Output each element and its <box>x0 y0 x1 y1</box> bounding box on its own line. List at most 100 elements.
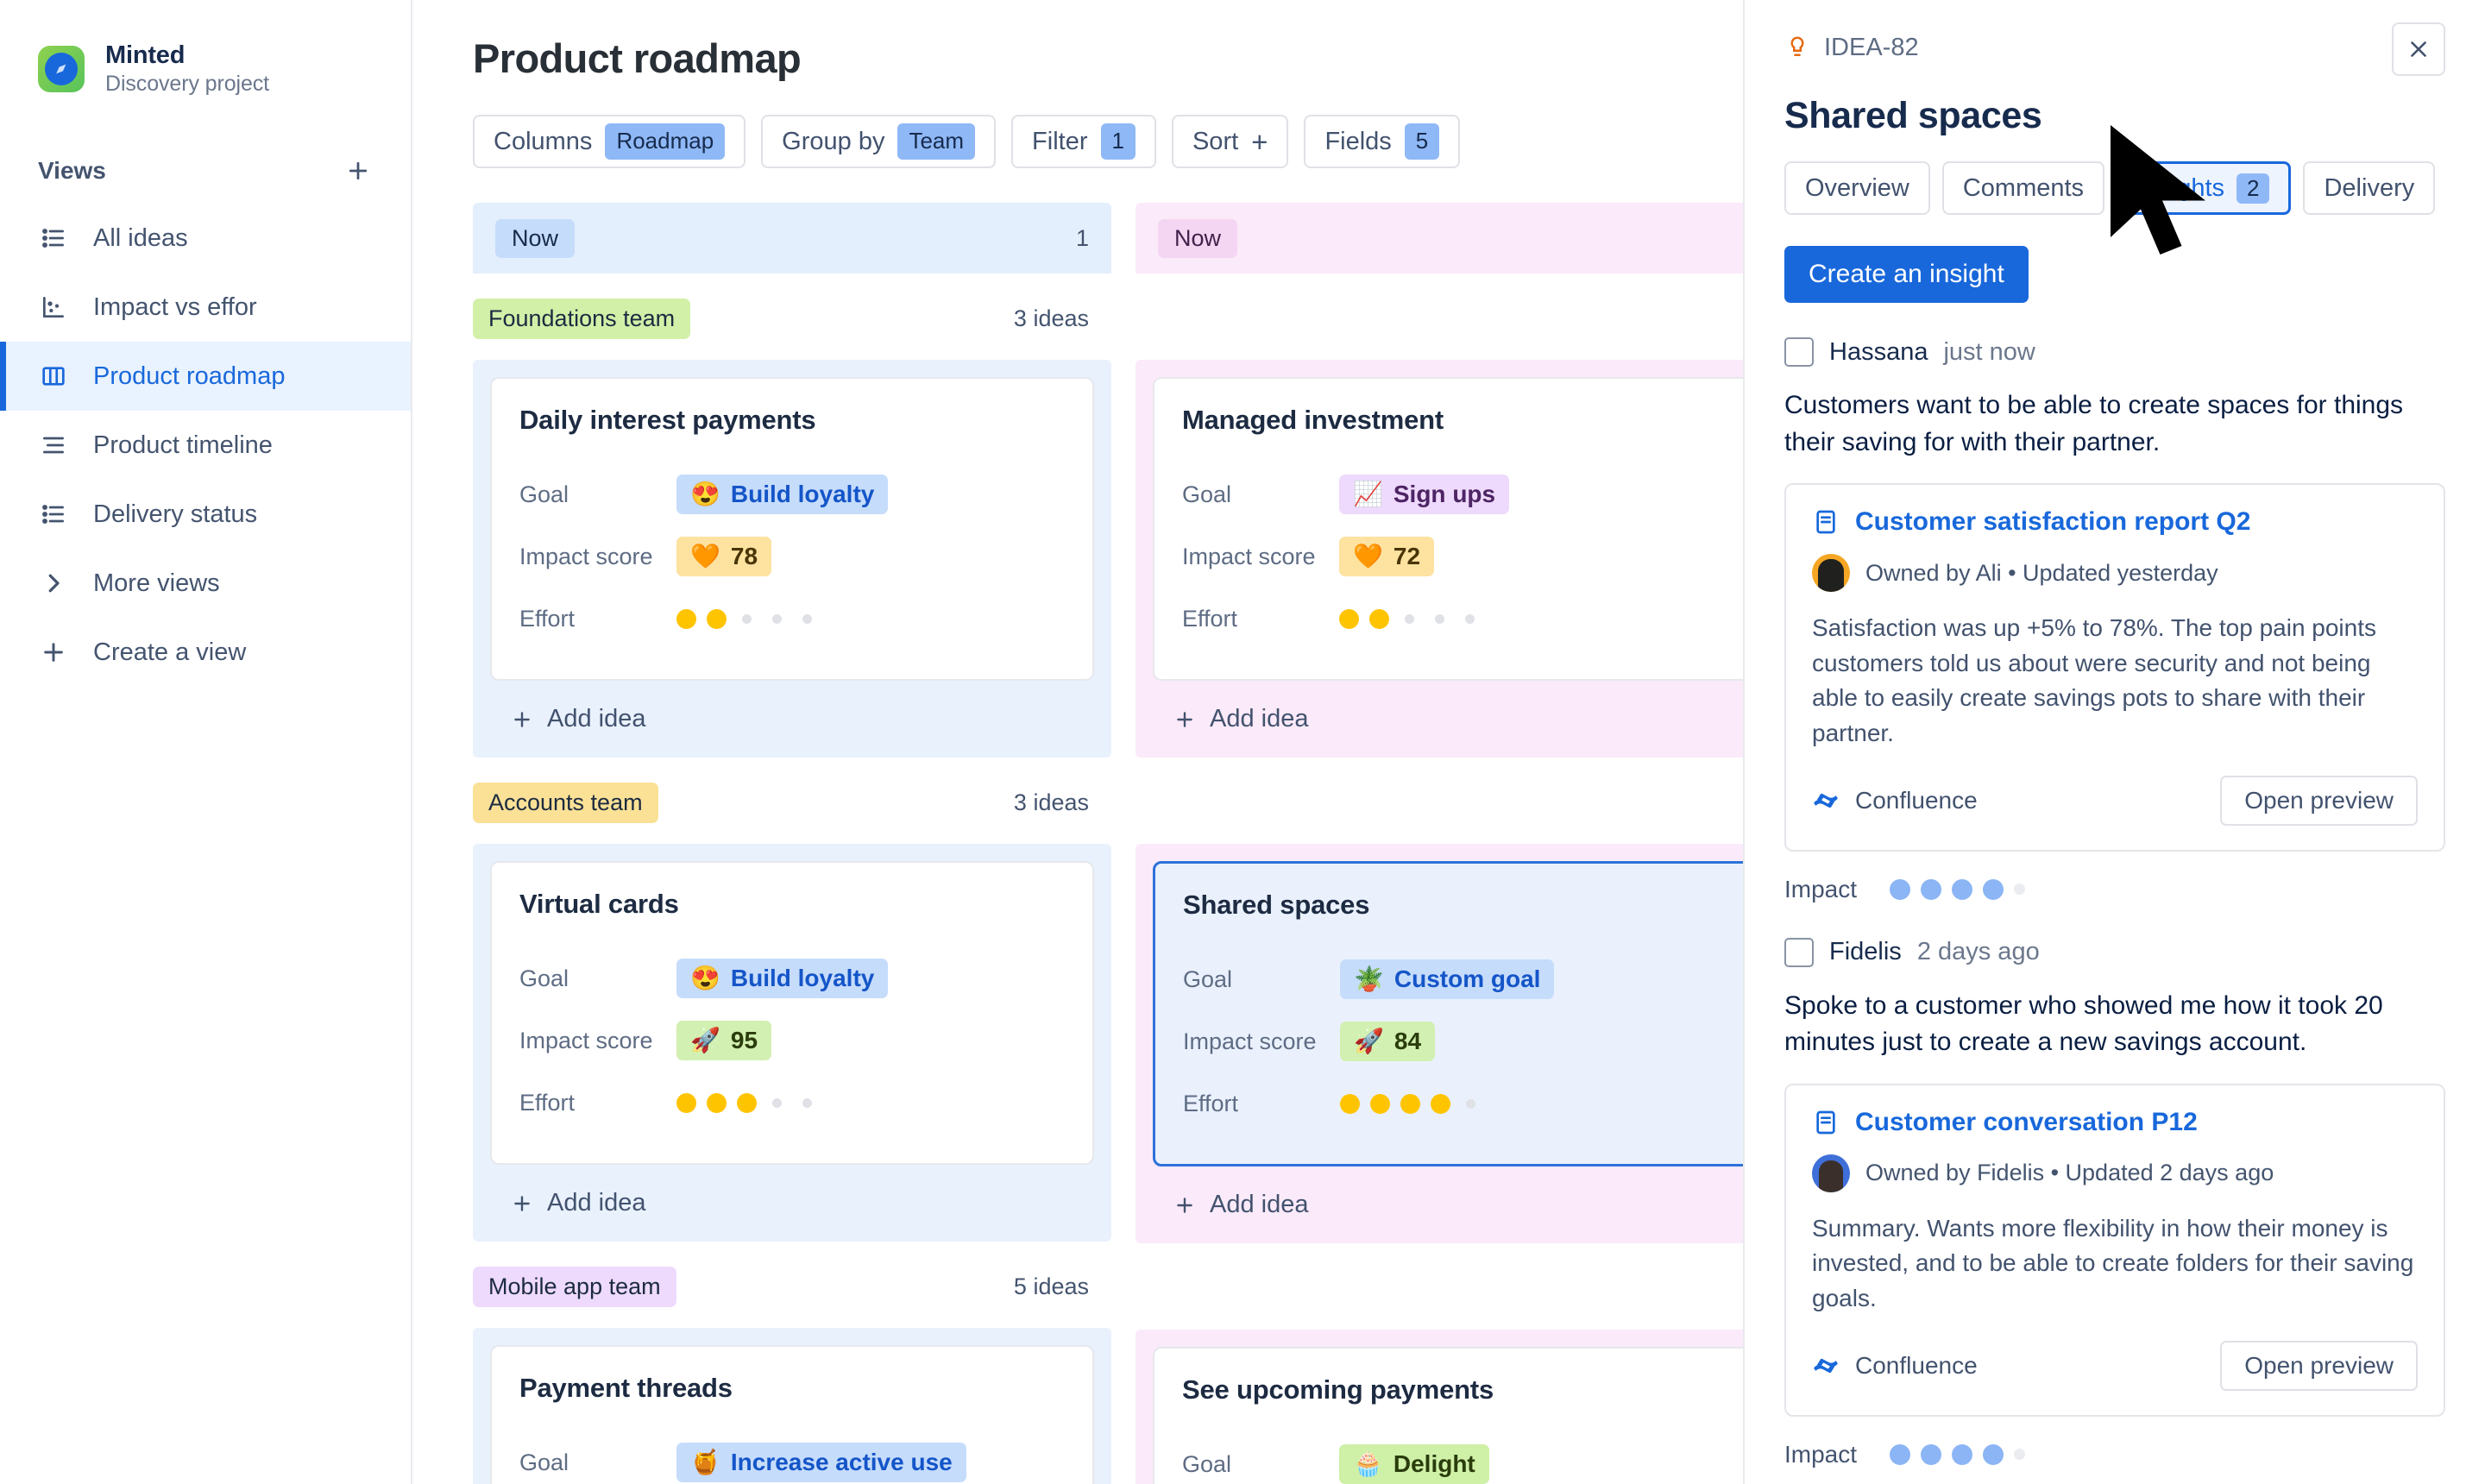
document-owner: Owned by Ali • Updated yesterday <box>1812 554 2418 593</box>
idea-card[interactable]: Managed investment Goal 📈 Sign ups Impac… <box>1153 377 1757 681</box>
sidebar-item-product-roadmap[interactable]: Product roadmap <box>0 342 411 411</box>
document-title-link[interactable]: Customer conversation P12 <box>1855 1108 2198 1137</box>
confluence-icon <box>1814 1358 1838 1373</box>
add-idea-button[interactable]: Add idea <box>1153 681 1757 740</box>
add-idea-button[interactable]: Add idea <box>490 1165 1094 1224</box>
goal-pill[interactable]: 🪴 Custom goal <box>1340 959 1555 999</box>
add-idea-button[interactable]: Add idea <box>490 681 1094 740</box>
idea-card-selected[interactable]: Shared spaces Goal 🪴 Custom goal Impact … <box>1153 861 1757 1166</box>
tab-comments[interactable]: Comments <box>1941 161 2105 215</box>
goal-pill[interactable]: 😍 Build loyalty <box>676 475 889 514</box>
issue-key[interactable]: IDEA-82 <box>1784 22 1919 62</box>
impact-score-row: Impact score 🧡 78 <box>519 525 1065 588</box>
insight-meta: Hassana just now <box>1784 337 2445 367</box>
sidebar-item-delivery-status[interactable]: Delivery status <box>0 480 411 549</box>
goal-row: Goal 🪴 Custom goal <box>1183 948 1727 1010</box>
goal-label: Goal <box>1182 1450 1232 1477</box>
idea-card[interactable]: Payment threads Goal 🍯 Increase active u… <box>490 1345 1094 1484</box>
filter-button[interactable]: Filter 1 <box>1011 115 1156 168</box>
add-idea-button[interactable]: Add idea <box>1153 1166 1757 1226</box>
tab-insights[interactable]: Insights 2 <box>2117 161 2292 215</box>
add-idea-label: Add idea <box>547 705 646 733</box>
plus-icon[interactable] <box>343 156 373 186</box>
group-cards-mobile-pink: See upcoming payments Goal 🧁 Delight <box>1136 1330 1774 1484</box>
tab-overview[interactable]: Overview <box>1784 161 1930 215</box>
potted-plant-emoji-icon: 🪴 <box>1354 965 1384 992</box>
sidebar-item-product-timeline[interactable]: Product timeline <box>0 411 411 480</box>
tab-badge: 2 <box>2236 173 2270 204</box>
insight-document-card[interactable]: Customer conversation P12 Owned by Fidel… <box>1784 1083 2445 1417</box>
idea-card[interactable]: See upcoming payments Goal 🧁 Delight <box>1153 1347 1757 1484</box>
impact-dots[interactable] <box>1890 1443 2026 1465</box>
group-cards-accounts: Virtual cards Goal 😍 Build loyalty Impac… <box>473 844 1111 1242</box>
fields-button[interactable]: Fields 5 <box>1304 115 1461 168</box>
tab-delivery[interactable]: Delivery <box>2303 161 2436 215</box>
document-summary: Summary. Wants more flexibility in how t… <box>1812 1214 2414 1311</box>
goal-pill[interactable]: 😍 Build loyalty <box>676 959 889 998</box>
goal-pill[interactable]: 🧁 Delight <box>1339 1444 1489 1484</box>
sidebar-item-more-views[interactable]: More views <box>0 549 411 618</box>
lightbulb-icon <box>1790 36 1804 56</box>
effort-dots[interactable] <box>1339 608 1480 629</box>
cupcake-emoji-icon: 🧁 <box>1353 1450 1383 1477</box>
group-by-value: Team <box>897 123 976 160</box>
effort-dots[interactable] <box>676 608 817 629</box>
goal-row: Goal 😍 Build loyalty <box>519 463 1065 525</box>
open-preview-button[interactable]: Open preview <box>2220 775 2418 826</box>
tab-label: Overview <box>1805 173 1909 202</box>
goal-pill[interactable]: 📈 Sign ups <box>1339 475 1510 514</box>
insight-text: Customers want to be able to create spac… <box>1784 391 2404 456</box>
document-owner-text: Owned by Fidelis • Updated 2 days ago <box>1865 1160 2274 1186</box>
filter-count: 1 <box>1100 123 1136 160</box>
panel-tabs: Overview Comments Insights 2 Delivery <box>1784 161 2445 215</box>
fields-label: Fields <box>1324 127 1392 155</box>
goal-value: Custom goal <box>1393 965 1541 992</box>
insight-meta: Fidelis 2 days ago <box>1784 937 2445 967</box>
open-preview-button[interactable]: Open preview <box>2220 1340 2418 1391</box>
impact-score-pill[interactable]: 🚀 84 <box>1340 1022 1436 1061</box>
goal-pill[interactable]: 🍯 Increase active use <box>676 1443 966 1482</box>
close-icon[interactable] <box>2392 22 2445 76</box>
sidebar-item-create-a-view[interactable]: Create a view <box>0 618 411 687</box>
sort-button[interactable]: Sort + <box>1171 115 1289 168</box>
create-insight-button[interactable]: Create an insight <box>1784 246 2029 303</box>
avatar <box>1812 1154 1850 1192</box>
impact-score-pill[interactable]: 🚀 95 <box>676 1021 772 1060</box>
board-icon <box>38 361 69 392</box>
effort-label: Effort <box>1183 1090 1239 1116</box>
group-header-spacer-3 <box>1136 1247 1774 1330</box>
plus-icon <box>514 711 530 727</box>
rocket-emoji-icon: 🚀 <box>690 1027 720 1053</box>
column-header: Now 1 <box>473 203 1111 274</box>
sidebar-item-impact-vs-effort[interactable]: Impact vs effor <box>0 273 411 342</box>
effort-dots[interactable] <box>676 1092 817 1113</box>
tab-label: Delivery <box>2324 173 2415 202</box>
idea-title: See upcoming payments <box>1182 1374 1494 1405</box>
insight-document-card[interactable]: Customer satisfaction report Q2 Owned by… <box>1784 483 2445 852</box>
insight-checkbox[interactable] <box>1784 937 1814 967</box>
insight-author: Fidelis <box>1829 938 1902 966</box>
idea-card[interactable]: Virtual cards Goal 😍 Build loyalty Impac… <box>490 861 1094 1165</box>
columns-button[interactable]: Columns Roadmap <box>473 115 746 168</box>
goal-value: Build loyalty <box>730 481 875 507</box>
idea-card[interactable]: Daily interest payments Goal 😍 Build loy… <box>490 377 1094 681</box>
effort-dots[interactable] <box>1340 1093 1481 1114</box>
group-cards-mobile: Payment threads Goal 🍯 Increase active u… <box>473 1328 1111 1484</box>
plus-icon <box>514 1195 530 1211</box>
idea-title: Payment threads <box>519 1373 733 1403</box>
impact-score-pill[interactable]: 🧡 72 <box>1339 537 1435 576</box>
insight-checkbox[interactable] <box>1784 337 1814 367</box>
sidebar-item-label: All ideas <box>93 223 188 252</box>
group-by-button[interactable]: Group by Team <box>761 115 997 168</box>
sidebar-item-all-ideas[interactable]: All ideas <box>0 204 411 273</box>
goal-value: Sign ups <box>1393 481 1496 507</box>
impact-score-pill[interactable]: 🧡 78 <box>676 537 772 576</box>
idea-title: Daily interest payments <box>519 405 816 435</box>
sidebar-item-label: Product roadmap <box>93 362 286 390</box>
document-title-link[interactable]: Customer satisfaction report Q2 <box>1855 507 2250 537</box>
column-name: Now <box>1158 218 1238 258</box>
group-cards-foundations: Daily interest payments Goal 😍 Build loy… <box>473 360 1111 758</box>
brand[interactable]: Minted Discovery project <box>0 35 411 104</box>
insight-item: Hassana just now Customers want to be ab… <box>1784 337 2445 903</box>
impact-dots[interactable] <box>1890 878 2026 900</box>
